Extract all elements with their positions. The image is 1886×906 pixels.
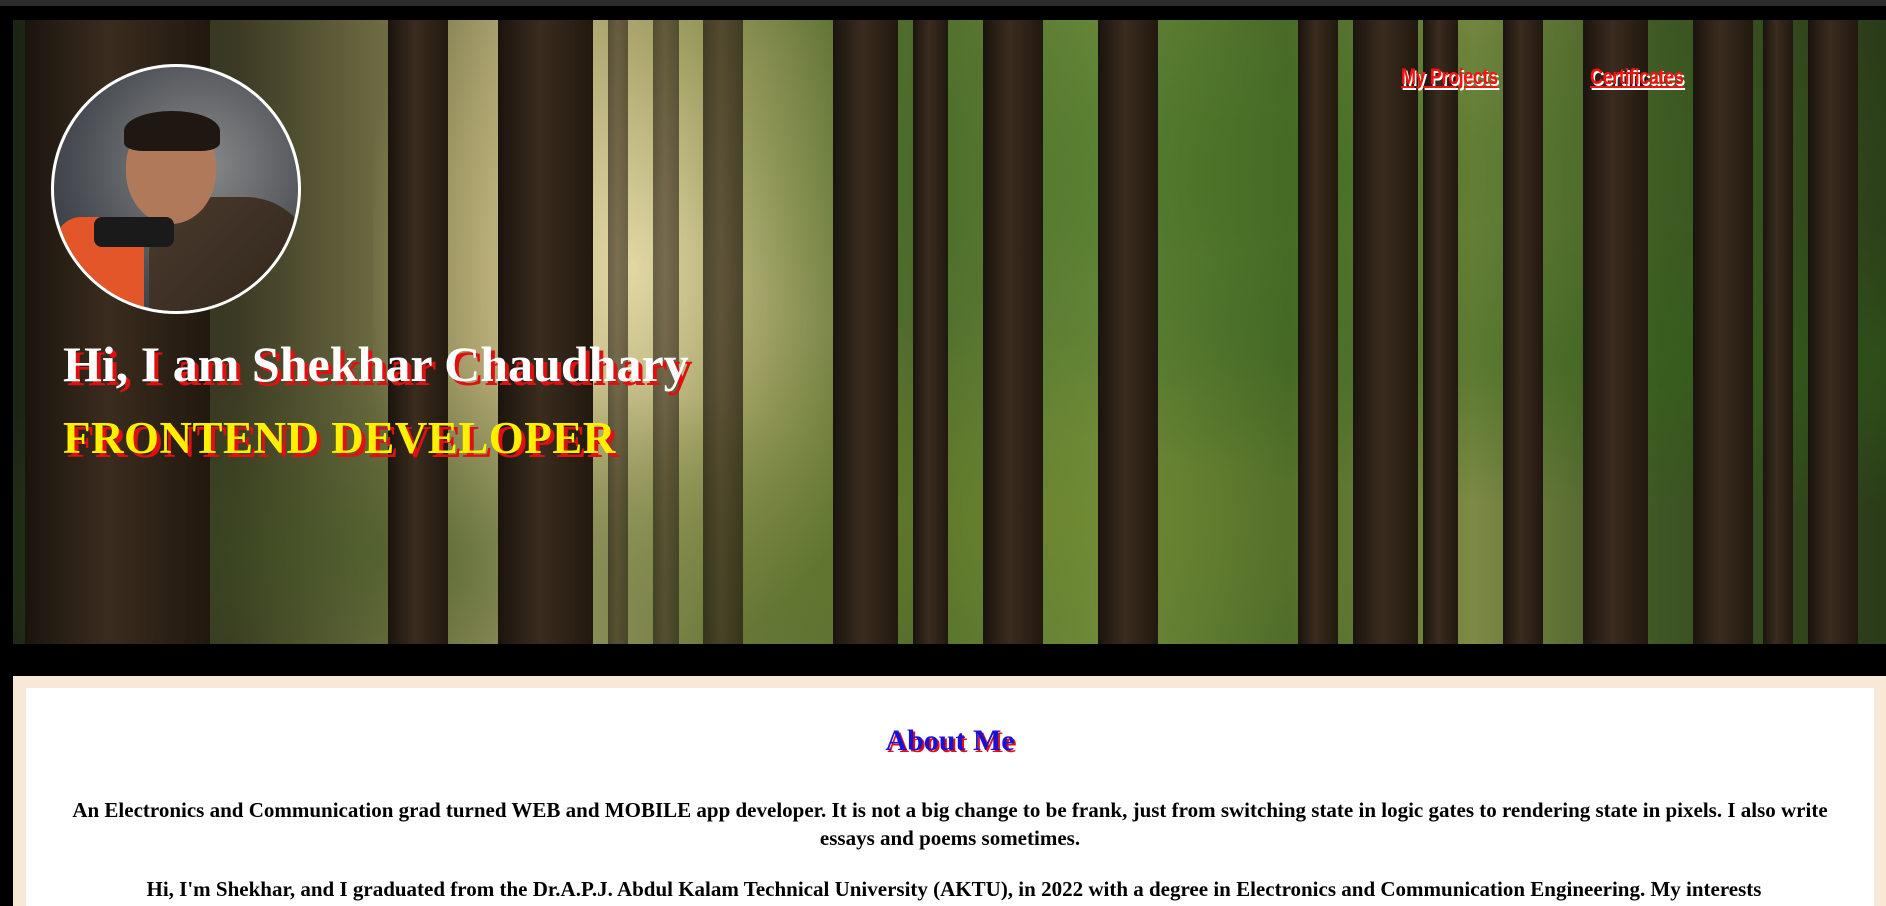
nav-link-my-projects[interactable]: My Projects bbox=[1401, 64, 1498, 90]
about-paragraph-intro: An Electronics and Communication grad tu… bbox=[72, 798, 1828, 850]
tree-trunk bbox=[833, 20, 898, 644]
tree-trunk bbox=[913, 20, 948, 644]
about-paragraph-education: Hi, I'm Shekhar, and I graduated from th… bbox=[146, 877, 1762, 901]
avatar-camera bbox=[94, 217, 174, 247]
hero-title: Hi, I am Shekhar Chaudhary bbox=[63, 336, 689, 392]
about-title: About Me bbox=[885, 724, 1015, 757]
tree-trunk bbox=[1503, 20, 1543, 644]
avatar-hair bbox=[124, 111, 220, 151]
tree-trunk bbox=[608, 20, 628, 644]
tree-trunk bbox=[1298, 20, 1338, 644]
hero-role: FRONTEND DEVELOPER bbox=[63, 413, 616, 463]
tree-trunk bbox=[983, 20, 1043, 644]
tree-trunk bbox=[1763, 20, 1793, 644]
tree-trunk bbox=[388, 20, 448, 644]
tree-trunk bbox=[1098, 20, 1158, 644]
tree-trunk bbox=[703, 20, 743, 644]
tree-trunk bbox=[1693, 20, 1753, 644]
hero-banner: My Projects Certificates Hi, I am Shekha… bbox=[13, 20, 1886, 644]
tree-trunk bbox=[1583, 20, 1648, 644]
tree-trunk bbox=[1808, 20, 1858, 644]
nav-link-certificates[interactable]: Certificates bbox=[1590, 64, 1684, 90]
browser-top-strip bbox=[0, 0, 1886, 6]
tree-trunk bbox=[1423, 20, 1458, 644]
tree-trunk bbox=[498, 20, 593, 644]
tree-trunk bbox=[1353, 20, 1418, 644]
tree-trunk bbox=[653, 20, 679, 644]
profile-avatar bbox=[51, 64, 301, 314]
